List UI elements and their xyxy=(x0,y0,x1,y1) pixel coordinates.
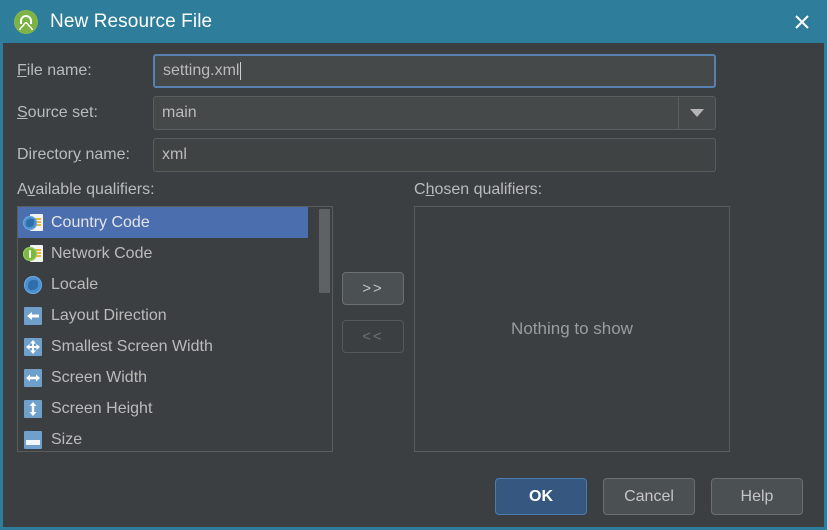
list-item-label: Network Code xyxy=(51,244,153,262)
chosen-qualifiers-list[interactable]: Nothing to show xyxy=(414,206,730,452)
list-item-label: Country Code xyxy=(51,213,150,231)
close-icon xyxy=(795,14,809,29)
list-item[interactable]: Network Code xyxy=(18,238,308,269)
arrow-vertical-icon xyxy=(23,399,43,419)
close-button[interactable] xyxy=(777,0,824,43)
list-item[interactable]: Locale xyxy=(18,269,308,300)
source-set-value: main xyxy=(162,104,197,121)
remove-qualifier-button[interactable]: << xyxy=(342,320,404,353)
list-item[interactable]: Layout Direction xyxy=(18,300,308,331)
list-item[interactable]: Size xyxy=(18,424,308,451)
list-item-label: Size xyxy=(51,430,83,448)
add-qualifier-button[interactable]: >> xyxy=(342,272,404,305)
file-name-input[interactable]: setting.xml xyxy=(153,54,716,88)
source-set-dropdown-button[interactable] xyxy=(678,97,715,129)
ok-button[interactable]: OK xyxy=(495,478,587,515)
directory-name-row: Directory name: xml xyxy=(3,137,716,173)
list-item-label: Smallest Screen Width xyxy=(51,337,213,355)
source-set-label: Source set: xyxy=(17,104,98,121)
list-item-label: Screen Width xyxy=(51,368,148,386)
arrows-four-way-icon xyxy=(23,337,43,357)
new-resource-file-dialog: New Resource File File name: setting.xml… xyxy=(0,0,827,530)
android-studio-icon xyxy=(14,9,38,34)
list-item-label: Locale xyxy=(51,275,99,293)
chosen-qualifiers-label: Chosen qualifiers: xyxy=(414,181,543,198)
source-set-row: Source set: main xyxy=(3,95,716,131)
directory-name-value: xml xyxy=(162,146,187,163)
title-bar: New Resource File xyxy=(3,0,824,43)
file-name-row: File name: setting.xml xyxy=(3,53,716,89)
cancel-button[interactable]: Cancel xyxy=(603,478,695,515)
network-document-icon xyxy=(23,244,43,264)
globe-icon xyxy=(23,275,43,295)
chevron-down-icon xyxy=(690,109,704,117)
globe-document-icon xyxy=(23,213,43,233)
arrow-left-icon xyxy=(23,306,43,326)
file-name-value: setting.xml xyxy=(163,62,240,79)
window-title: New Resource File xyxy=(50,10,213,32)
directory-name-label: Directory name: xyxy=(17,146,130,163)
available-qualifiers-label: Available qualifiers: xyxy=(17,181,155,198)
scrollbar-thumb[interactable] xyxy=(319,209,330,293)
list-item-label: Layout Direction xyxy=(51,306,167,324)
list-item[interactable]: Country Code xyxy=(18,207,308,238)
list-item-label: Screen Height xyxy=(51,399,153,417)
chosen-empty-message: Nothing to show xyxy=(511,319,633,338)
available-qualifiers-items: Country Code Network Code Locale Layout … xyxy=(18,207,308,451)
help-button[interactable]: Help xyxy=(711,478,803,515)
file-name-label: File name: xyxy=(17,62,92,79)
list-item[interactable]: Screen Width xyxy=(18,362,308,393)
available-list-scrollbar[interactable] xyxy=(317,208,331,451)
dialog-footer: OK Cancel Help xyxy=(495,478,803,515)
directory-name-input[interactable]: xml xyxy=(153,138,716,172)
available-qualifiers-list[interactable]: Country Code Network Code Locale Layout … xyxy=(17,206,333,452)
text-caret xyxy=(240,62,242,80)
arrow-horizontal-icon xyxy=(23,368,43,388)
list-item[interactable]: Smallest Screen Width xyxy=(18,331,308,362)
source-set-select[interactable]: main xyxy=(153,96,716,130)
list-item[interactable]: Screen Height xyxy=(18,393,308,424)
size-icon xyxy=(23,430,43,450)
